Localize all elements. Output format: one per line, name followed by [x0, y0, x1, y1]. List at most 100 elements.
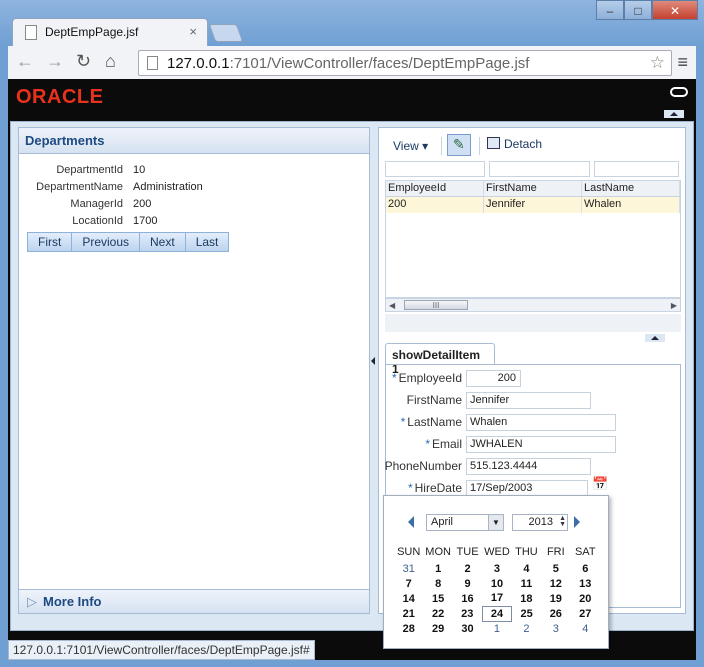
calendar-day[interactable]: 14	[394, 591, 423, 606]
scroll-thumb[interactable]: III	[404, 300, 468, 310]
collapse-header-icon[interactable]	[664, 110, 684, 118]
reload-icon[interactable]: ↻	[76, 51, 91, 72]
calendar-day[interactable]: 30	[453, 621, 482, 636]
calendar-day-selected[interactable]: 24	[481, 605, 513, 622]
calendar-week: 14 15 16 17 18 19 20	[394, 591, 600, 606]
field-label: ManagerId	[70, 198, 123, 210]
calendar-day[interactable]: 28	[394, 621, 423, 636]
weekday: MON	[425, 546, 451, 558]
table-footer	[385, 314, 681, 332]
last-button[interactable]: Last	[184, 232, 230, 252]
tab-show-detail-item[interactable]: showDetailItem 1	[385, 343, 495, 376]
tab-title: DeptEmpPage.jsf	[45, 25, 139, 39]
calendar-day[interactable]: 1	[482, 621, 511, 636]
calendar-day[interactable]: 9	[453, 576, 482, 591]
phone-number-field[interactable]: 515.123.4444	[466, 458, 591, 475]
calendar-day[interactable]: 15	[423, 591, 452, 606]
close-window-button[interactable]: ✕	[652, 0, 698, 20]
calendar-day[interactable]: 2	[453, 561, 482, 576]
calendar-day[interactable]: 21	[394, 606, 423, 621]
scroll-left-icon[interactable]: ◀	[389, 301, 395, 310]
menu-icon[interactable]: ≡	[677, 52, 688, 73]
calendar-day[interactable]: 26	[541, 606, 570, 621]
address-bar[interactable]: 127.0.0.1:7101/ViewController/faces/Dept…	[138, 50, 672, 76]
calendar-day[interactable]: 6	[571, 561, 600, 576]
page-icon	[147, 56, 158, 70]
page-icon	[25, 25, 37, 40]
calendar-day[interactable]: 4	[512, 561, 541, 576]
calendar-day[interactable]: 22	[423, 606, 452, 621]
scroll-right-icon[interactable]: ▶	[671, 301, 677, 310]
calendar-icon[interactable]: 📅	[592, 476, 608, 492]
calendar-day[interactable]: 18	[512, 591, 541, 606]
column-header[interactable]: LastName	[582, 181, 680, 196]
calendar-grid: SUN MON TUE WED THU FRI SAT 31 1 2 3 4 5…	[394, 543, 600, 636]
column-header[interactable]: FirstName	[484, 181, 582, 196]
calendar-day[interactable]: 3	[482, 561, 511, 576]
forward-arrow-icon[interactable]: →	[46, 51, 64, 72]
view-menu[interactable]: View ▾	[387, 136, 434, 156]
collapse-left-icon[interactable]	[371, 352, 377, 372]
next-button[interactable]: Next	[139, 232, 186, 252]
more-info-section[interactable]: ▷ More Info	[19, 589, 369, 613]
home-icon[interactable]: ⌂	[105, 51, 116, 72]
detach-button[interactable]: Detach	[487, 137, 542, 151]
minimize-button[interactable]: –	[596, 0, 624, 20]
table-row[interactable]: 200 Jennifer Whalen	[386, 197, 680, 213]
employee-id-field[interactable]: 200	[466, 370, 521, 387]
calendar-day[interactable]: 20	[571, 591, 600, 606]
calendar-day[interactable]: 19	[541, 591, 570, 606]
filter-row	[385, 159, 681, 179]
previous-month-icon[interactable]	[408, 516, 414, 528]
calendar-day[interactable]: 27	[571, 606, 600, 621]
new-tab-button[interactable]	[208, 24, 244, 42]
location-id-row: LocationId 1700	[19, 215, 319, 232]
calendar-day[interactable]: 3	[541, 621, 570, 636]
month-select[interactable]: April ▼	[426, 514, 504, 531]
calendar-week: 7 8 9 10 11 12 13	[394, 576, 600, 591]
horizontal-scrollbar[interactable]: ◀ III ▶	[385, 298, 681, 312]
header-toggle-icon[interactable]	[670, 87, 688, 97]
calendar-day[interactable]: 2	[512, 621, 541, 636]
browser-titlebar: DeptEmpPage.jsf × – □ ✕	[0, 0, 704, 46]
last-name-field[interactable]: Whalen	[466, 414, 616, 431]
calendar-day[interactable]: 29	[423, 621, 452, 636]
previous-button[interactable]: Previous	[71, 232, 141, 252]
email-field[interactable]: JWHALEN	[466, 436, 616, 453]
bookmark-star-icon[interactable]: ☆	[650, 53, 665, 73]
browser-tab[interactable]: DeptEmpPage.jsf ×	[12, 18, 208, 46]
departments-header: Departments	[19, 128, 369, 154]
more-info-label: More Info	[43, 594, 102, 609]
calendar-day[interactable]: 4	[571, 621, 600, 636]
calendar-day[interactable]: 8	[423, 576, 452, 591]
year-spinner[interactable]: 2013 ▲ ▼	[512, 514, 568, 531]
calendar-day[interactable]: 16	[453, 591, 482, 606]
column-header[interactable]: EmployeeId	[386, 181, 484, 196]
calendar-day[interactable]: 12	[541, 576, 570, 591]
calendar-day[interactable]: 1	[423, 561, 452, 576]
first-name-field[interactable]: Jennifer	[466, 392, 591, 409]
chevron-down-icon[interactable]: ▼	[488, 515, 503, 530]
spinner-arrows-icon[interactable]: ▲ ▼	[559, 515, 566, 528]
calendar-day[interactable]: 7	[394, 576, 423, 591]
calendar-day[interactable]: 31	[394, 561, 423, 576]
calendar-day[interactable]: 11	[512, 576, 541, 591]
calendar-day[interactable]: 25	[512, 606, 541, 621]
calendar-day[interactable]: 17	[482, 591, 511, 606]
calendar-day[interactable]: 5	[541, 561, 570, 576]
first-button[interactable]: First	[27, 232, 73, 252]
collapse-table-icon[interactable]	[645, 334, 665, 342]
toolbar-divider	[441, 137, 442, 155]
back-arrow-icon[interactable]: ←	[16, 51, 34, 72]
next-month-icon[interactable]	[574, 516, 580, 528]
filter-first-name[interactable]	[489, 161, 590, 177]
filter-last-name[interactable]	[594, 161, 679, 177]
calendar-day[interactable]: 13	[571, 576, 600, 591]
table-cell: Whalen	[582, 197, 680, 213]
filter-employee-id[interactable]	[385, 161, 485, 177]
maximize-button[interactable]: □	[624, 0, 652, 20]
calendar-day[interactable]: 10	[482, 576, 511, 591]
query-by-example-icon[interactable]	[447, 134, 471, 156]
close-tab-icon[interactable]: ×	[189, 24, 197, 39]
calendar-day[interactable]: 23	[453, 606, 482, 621]
